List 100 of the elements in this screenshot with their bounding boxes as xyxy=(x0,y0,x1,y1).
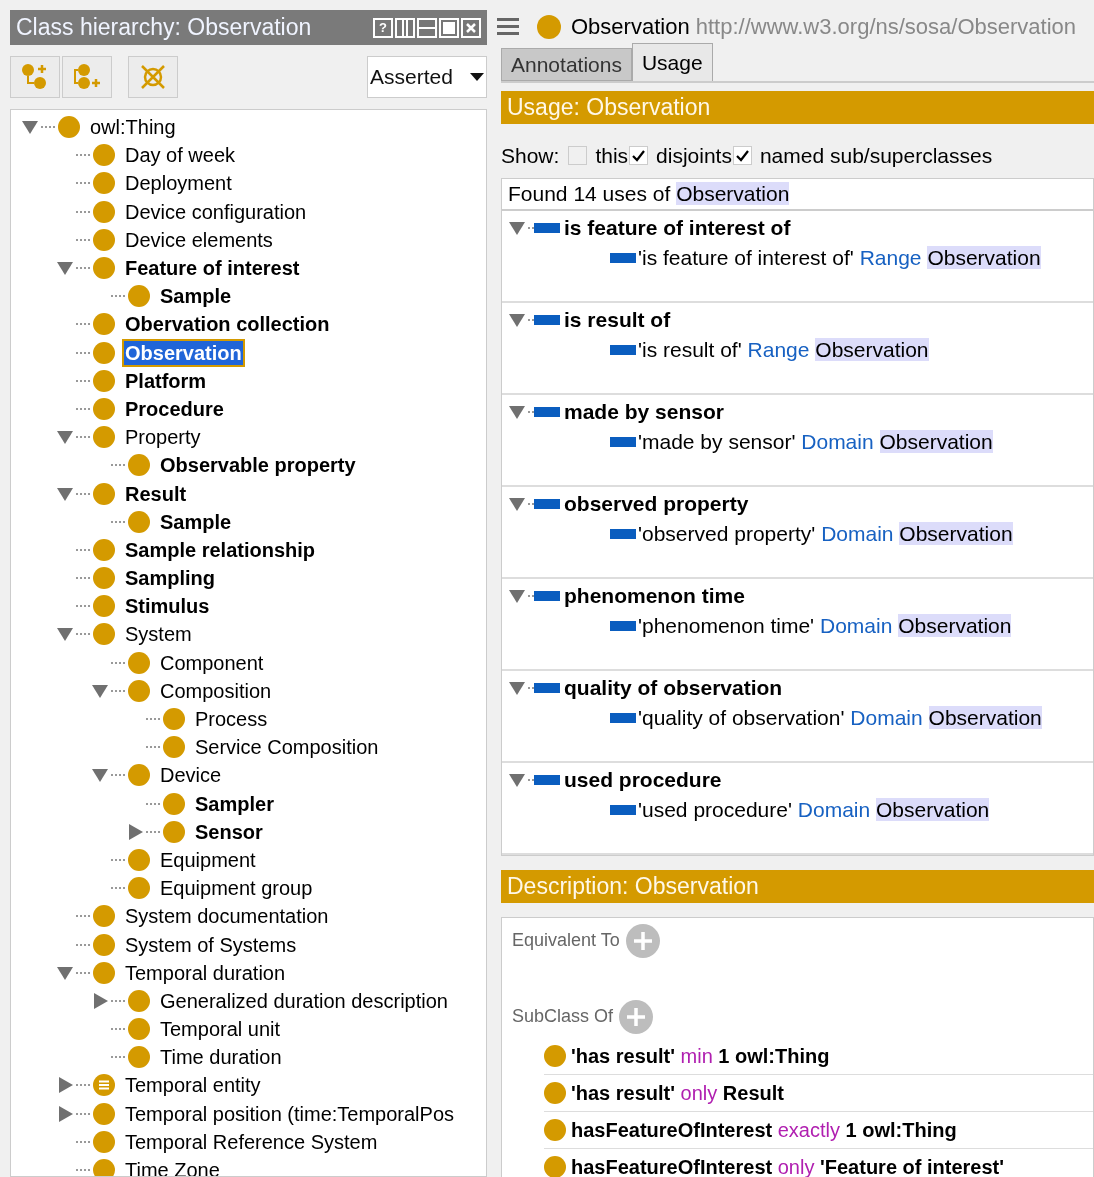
entity-link[interactable]: Observation xyxy=(815,337,929,361)
expanded-arrow-icon[interactable] xyxy=(56,964,76,981)
class-label[interactable]: System xyxy=(124,622,193,647)
class-label[interactable]: Equipment xyxy=(159,847,257,872)
window-split-icon[interactable] xyxy=(395,17,415,38)
axiom-expression[interactable]: 'has result' min 1 owl:Thing xyxy=(571,1040,830,1071)
expanded-arrow-icon[interactable] xyxy=(56,429,76,446)
group-header[interactable]: observed property xyxy=(564,487,749,520)
checkbox[interactable] xyxy=(732,146,752,166)
expanded-arrow-icon[interactable] xyxy=(56,485,76,502)
class-label[interactable]: Procedure xyxy=(124,396,225,421)
class-label[interactable]: Generalized duration description xyxy=(159,988,449,1013)
class-label[interactable]: Process xyxy=(194,707,269,732)
entity-link[interactable]: Observation xyxy=(927,245,1041,269)
class-icon xyxy=(93,933,115,956)
window-stack-icon[interactable] xyxy=(417,17,437,38)
class-label[interactable]: Component xyxy=(159,650,265,675)
class-label[interactable]: Sensor xyxy=(194,819,264,844)
property-icon xyxy=(534,406,560,417)
axiom-expression[interactable]: hasFeatureOfInterest only 'Feature of interest' xyxy=(571,1151,1004,1177)
entity-link[interactable]: Observation xyxy=(879,429,993,453)
class-label[interactable]: Obervation collection xyxy=(124,312,331,337)
class-icon xyxy=(128,651,150,674)
class-icon xyxy=(93,905,115,928)
close-icon[interactable] xyxy=(461,17,481,38)
view-select[interactable]: Asserted xyxy=(367,56,487,98)
class-label[interactable]: Sample xyxy=(159,284,233,309)
expanded-arrow-icon[interactable] xyxy=(508,311,528,328)
expanded-arrow-icon[interactable] xyxy=(56,626,76,643)
checkbox-label[interactable]: named sub/superclasses xyxy=(759,140,993,172)
class-label[interactable]: Device configuration xyxy=(124,199,308,224)
found-text: Found 14 uses of xyxy=(508,181,671,205)
class-label[interactable]: Day of week xyxy=(124,143,237,168)
class-label[interactable]: Device elements xyxy=(124,227,274,252)
class-label[interactable]: Stimulus xyxy=(124,594,211,619)
class-label[interactable]: Property xyxy=(124,425,202,450)
window-maximize-icon[interactable] xyxy=(439,17,459,38)
entity-link[interactable]: Observation xyxy=(898,613,1012,637)
property-icon xyxy=(610,344,636,355)
tab[interactable]: Annotations xyxy=(501,48,632,81)
class-label[interactable]: Sampler xyxy=(194,791,275,816)
expanded-arrow-icon[interactable] xyxy=(508,495,528,512)
expanded-arrow-icon[interactable] xyxy=(508,679,528,696)
checkbox[interactable] xyxy=(629,146,649,166)
axiom-text: 'phenomenon time' xyxy=(638,613,815,637)
class-label[interactable]: Platform xyxy=(124,368,208,393)
group-header[interactable]: is result of xyxy=(564,303,671,336)
expanded-arrow-icon[interactable] xyxy=(508,403,528,420)
class-label[interactable]: Observable property xyxy=(159,453,357,478)
axiom-expression[interactable]: hasFeatureOfInterest exactly 1 owl:Thing xyxy=(571,1114,957,1145)
class-label[interactable]: Feature of interest xyxy=(124,256,301,281)
axiom-expression[interactable]: 'has result' only Result xyxy=(571,1077,784,1108)
entity-name: Observation xyxy=(571,14,690,39)
expanded-arrow-icon[interactable] xyxy=(508,771,528,788)
class-label[interactable]: Composition xyxy=(159,678,273,703)
class-label[interactable]: Temporal unit xyxy=(159,1017,282,1042)
tab[interactable]: Usage xyxy=(631,43,713,81)
property-icon xyxy=(534,590,560,601)
class-label[interactable]: Sample xyxy=(159,509,233,534)
expanded-arrow-icon[interactable] xyxy=(508,587,528,604)
class-label[interactable]: Service Composition xyxy=(194,735,380,760)
help-button[interactable]: ? xyxy=(373,17,393,38)
class-label[interactable]: System of Systems xyxy=(124,932,298,957)
entity-link[interactable]: Observation xyxy=(676,181,790,205)
entity-link[interactable]: Observation xyxy=(928,705,1042,729)
group-header[interactable]: quality of observation xyxy=(564,671,783,704)
checkbox-label[interactable]: this xyxy=(595,140,629,172)
class-label[interactable]: Deployment xyxy=(124,171,233,196)
group-header[interactable]: used procedure xyxy=(564,763,722,796)
menu-icon[interactable] xyxy=(497,17,519,36)
expanded-arrow-icon[interactable] xyxy=(508,219,528,236)
property-icon xyxy=(534,314,560,325)
class-label[interactable]: Temporal position (time:TemporalPos xyxy=(124,1101,456,1126)
checkbox[interactable] xyxy=(568,146,588,166)
checkbox-label[interactable]: disjoints xyxy=(656,140,732,172)
class-label[interactable]: Device xyxy=(159,763,223,788)
class-label[interactable]: Observation xyxy=(124,340,243,365)
class-label[interactable]: Equipment group xyxy=(159,876,314,901)
class-label[interactable]: Temporal entity xyxy=(124,1073,262,1098)
property-icon xyxy=(534,498,560,509)
entity-link[interactable]: Observation xyxy=(899,521,1013,545)
class-label[interactable]: Temporal duration xyxy=(124,960,287,985)
axiom-text: 'quality of observation' xyxy=(638,705,845,729)
class-label[interactable]: Temporal Reference System xyxy=(124,1129,379,1154)
class-label[interactable]: Sample relationship xyxy=(124,537,317,562)
group-header[interactable]: is feature of interest of xyxy=(564,211,791,244)
expanded-arrow-icon[interactable] xyxy=(91,767,111,784)
class-label[interactable]: System documentation xyxy=(124,904,330,929)
class-icon xyxy=(128,848,150,871)
expanded-arrow-icon[interactable] xyxy=(91,682,111,699)
class-label[interactable]: Time duration xyxy=(159,1045,283,1070)
group-header[interactable]: made by sensor xyxy=(564,395,724,428)
expanded-arrow-icon[interactable] xyxy=(21,119,41,136)
class-label[interactable]: Sampling xyxy=(124,566,216,591)
class-label[interactable]: Result xyxy=(124,481,188,506)
group-header[interactable]: phenomenon time xyxy=(564,579,745,612)
entity-link[interactable]: Observation xyxy=(876,797,990,821)
expanded-arrow-icon[interactable] xyxy=(56,260,76,277)
class-icon xyxy=(93,228,115,251)
class-label[interactable]: owl:Thing xyxy=(89,115,177,140)
